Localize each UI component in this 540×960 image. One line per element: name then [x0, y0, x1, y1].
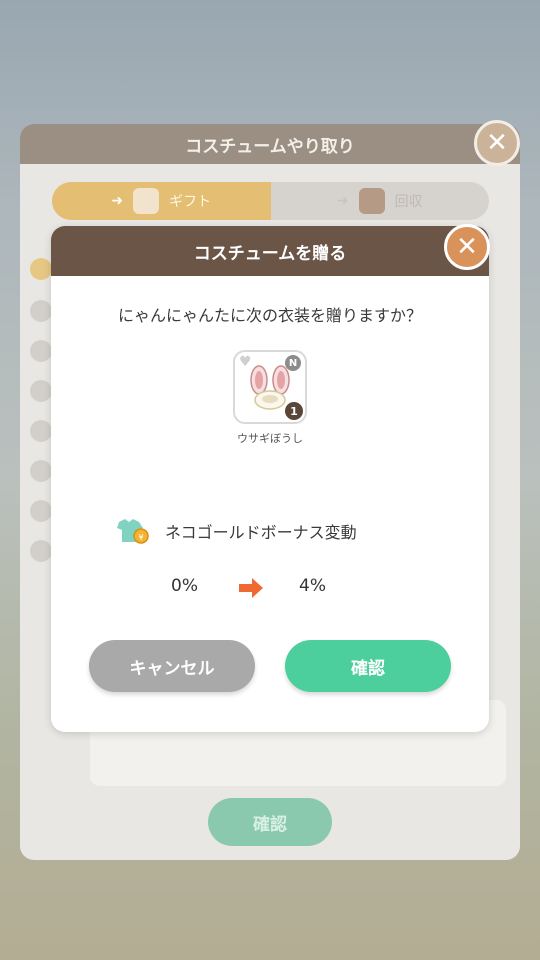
confirm-button[interactable]: 確認: [285, 640, 451, 692]
panel-confirm-button[interactable]: 確認: [208, 798, 332, 846]
bonus-row: ¥ ネコゴールドボーナス変動: [111, 516, 357, 546]
arrow-right-icon: [239, 578, 263, 598]
suitcase-icon: [358, 188, 385, 214]
list-indicator: [30, 420, 52, 442]
item-count-badge: 1: [285, 402, 303, 420]
cat-face-icon: [133, 188, 160, 214]
close-icon: ✕: [486, 128, 508, 158]
list-indicator: [30, 540, 52, 562]
list-indicator: [30, 380, 52, 402]
gift-costume-dialog: コスチュームを贈る にゃんにゃんたに次の衣装を贈りますか？ ♥ N 1 ウサギぼ…: [51, 226, 489, 732]
arrow-right-icon: ➜: [336, 193, 349, 209]
svg-text:¥: ¥: [138, 533, 143, 542]
shirt-coin-icon: ¥: [117, 519, 149, 544]
tab-gift[interactable]: ➜ ギフト: [52, 182, 271, 220]
list-indicator: [30, 460, 52, 482]
tab-collect-label: 回収: [394, 194, 423, 210]
percent-before: 0%: [171, 576, 198, 596]
dialog-question: にゃんにゃんたに次の衣装を贈りますか？: [117, 306, 422, 325]
percent-after: 4%: [299, 576, 326, 596]
arrow-right-icon: ➜: [111, 193, 124, 209]
close-icon: ✕: [456, 232, 478, 262]
dialog-title: コスチュームを贈る: [51, 226, 489, 276]
panel-title: コスチュームやり取り: [20, 124, 520, 164]
tab-gift-label: ギフト: [169, 194, 212, 210]
bonus-label: ネコゴールドボーナス変動: [165, 523, 357, 542]
list-indicator: [30, 340, 52, 362]
panel-tabs: ➜ ギフト ➜ 回収: [52, 182, 489, 220]
cancel-button[interactable]: キャンセル: [89, 640, 255, 692]
dialog-close-button[interactable]: ✕: [444, 224, 490, 270]
panel-close-button[interactable]: ✕: [474, 120, 520, 166]
list-indicator: [30, 300, 52, 322]
tab-collect[interactable]: ➜ 回収: [271, 182, 490, 220]
list-indicator: [30, 500, 52, 522]
costume-item-card[interactable]: ♥ N 1: [233, 350, 307, 424]
list-indicator: [30, 258, 52, 280]
item-name: ウサギぼうし: [237, 432, 303, 445]
